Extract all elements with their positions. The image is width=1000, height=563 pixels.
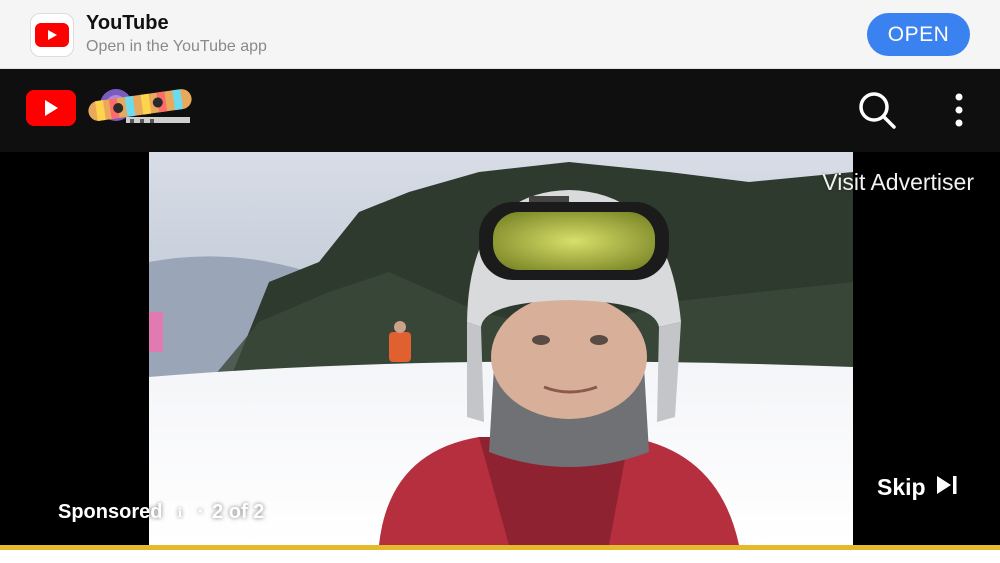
sponsored-label: Sponsored	[58, 501, 163, 523]
skip-next-icon	[936, 474, 958, 501]
visit-advertiser-link[interactable]: Visit Advertiser	[822, 169, 974, 196]
youtube-header	[0, 69, 1000, 152]
youtube-app-icon[interactable]	[30, 13, 74, 57]
app-title: YouTube	[86, 12, 169, 34]
youtube-logo-icon[interactable]	[26, 90, 76, 126]
video-player[interactable]: Visit Advertiser Sponsored i · 2 of 2 Sk…	[0, 152, 1000, 545]
info-icon[interactable]: i	[170, 503, 190, 522]
ad-count: 2 of 2	[212, 501, 265, 523]
open-app-button[interactable]: OPEN	[867, 13, 970, 56]
ad-separator: ·	[197, 501, 205, 523]
app-subtitle: Open in the YouTube app	[86, 38, 267, 55]
below-player	[0, 550, 1000, 563]
search-icon[interactable]	[855, 88, 899, 132]
more-vertical-icon[interactable]	[944, 88, 974, 132]
snowboard-doodle-icon[interactable]	[86, 83, 194, 133]
ad-info: Sponsored i · 2 of 2	[58, 501, 264, 524]
skip-label: Skip	[877, 474, 926, 500]
app-install-banner: YouTube Open in the YouTube app OPEN	[0, 0, 1000, 69]
ad-video-frame[interactable]	[149, 152, 853, 545]
skip-ad-button[interactable]: Skip	[877, 474, 958, 501]
